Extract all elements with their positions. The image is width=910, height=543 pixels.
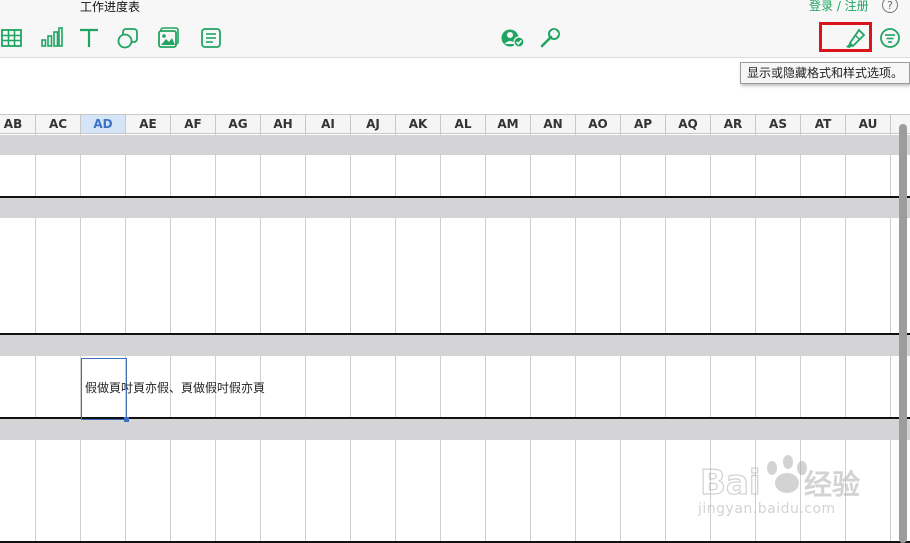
column-header-aj[interactable]: AJ <box>351 115 396 133</box>
chart-icon[interactable] <box>40 26 64 50</box>
table-separator <box>0 333 910 335</box>
table-header-band <box>0 419 910 440</box>
column-header-an[interactable]: AN <box>531 115 576 133</box>
filter-icon[interactable] <box>879 26 903 50</box>
column-header-ab[interactable]: AB <box>0 115 36 133</box>
column-header-af[interactable]: AF <box>171 115 216 133</box>
format-brush-icon[interactable] <box>843 26 867 50</box>
wrench-icon[interactable] <box>538 26 562 50</box>
column-header-ah[interactable]: AH <box>261 115 306 133</box>
toolbar-divider <box>0 57 910 58</box>
selection-handle[interactable] <box>124 417 129 422</box>
comment-icon[interactable] <box>199 26 223 50</box>
column-header-row: AB AC AD AE AF AG AH AI AJ AK AL AM AN AO AP AQ AR AS AT AU <box>0 114 910 134</box>
column-header-ac[interactable]: AC <box>36 115 81 133</box>
column-header-at[interactable]: AT <box>801 115 846 133</box>
format-tooltip: 显示或隐藏格式和样式选项。 <box>740 62 910 84</box>
shape-icon[interactable] <box>116 26 140 50</box>
svg-text:Bai: Bai <box>700 463 761 503</box>
svg-text:经验: 经验 <box>804 468 860 501</box>
table-separator <box>0 417 910 419</box>
table-header-band <box>0 135 910 155</box>
column-header-ag[interactable]: AG <box>216 115 261 133</box>
vertical-scrollbar[interactable] <box>899 124 907 543</box>
table-icon[interactable] <box>0 26 24 50</box>
login-register-link[interactable]: 登录 / 注册 <box>809 0 869 13</box>
help-icon[interactable]: ? <box>882 0 898 13</box>
column-header-as[interactable]: AS <box>756 115 801 133</box>
column-header-ae[interactable]: AE <box>126 115 171 133</box>
table-header-band <box>0 198 910 218</box>
cell-text[interactable]: 假做頁吋頁亦假、頁做假吋假亦頁 <box>85 381 265 395</box>
media-icon[interactable] <box>157 26 181 50</box>
column-header-aq[interactable]: AQ <box>666 115 711 133</box>
column-header-al[interactable]: AL <box>441 115 486 133</box>
column-header-ar[interactable]: AR <box>711 115 756 133</box>
baidu-watermark: Bai 经验 jingyan.baidu.com <box>698 452 870 524</box>
document-title[interactable]: 工作进度表 <box>80 0 140 14</box>
column-header-ao[interactable]: AO <box>576 115 621 133</box>
column-header-ai[interactable]: AI <box>306 115 351 133</box>
baidu-paw-logo <box>767 455 807 493</box>
column-header-am[interactable]: AM <box>486 115 531 133</box>
column-header-ak[interactable]: AK <box>396 115 441 133</box>
column-header-ap[interactable]: AP <box>621 115 666 133</box>
watermark-url: jingyan.baidu.com <box>698 501 836 517</box>
text-icon[interactable] <box>77 26 101 50</box>
column-header-au[interactable]: AU <box>846 115 891 133</box>
column-header-ad[interactable]: AD <box>81 115 126 133</box>
toolbar: 工作进度表 登录 / 注册 ? <box>0 0 910 57</box>
collaborate-icon[interactable] <box>501 26 525 50</box>
table-header-band <box>0 335 910 356</box>
table-separator <box>0 196 910 198</box>
